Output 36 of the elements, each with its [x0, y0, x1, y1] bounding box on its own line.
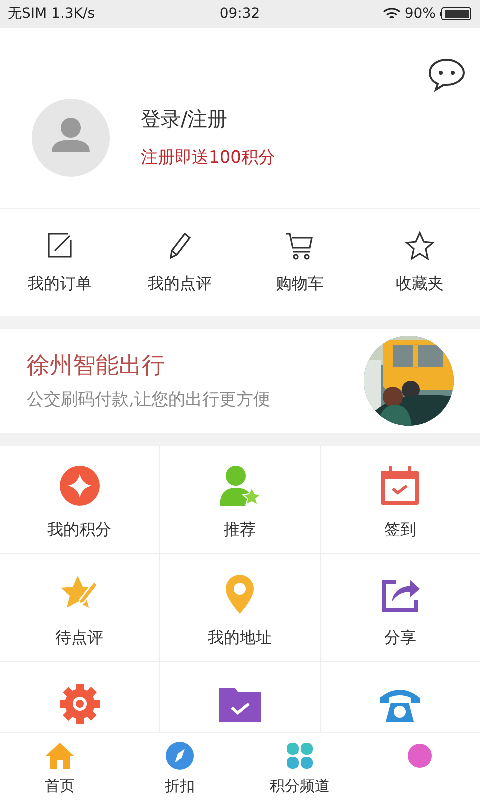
banner-title: 徐州智能出行 — [27, 352, 166, 381]
home-icon — [45, 741, 75, 771]
menu-tile[interactable]: 分享 — [320, 554, 480, 661]
menu-tile[interactable] — [0, 662, 160, 732]
menu-tile[interactable] — [320, 662, 480, 732]
nav-tab[interactable]: 积分频道 — [240, 733, 360, 800]
chat-bubble-icon[interactable] — [428, 58, 466, 92]
menu-tile[interactable]: 推荐 — [160, 446, 320, 553]
battery-icon — [440, 7, 472, 21]
carrier-text: 无SIM 1.3K/s — [8, 4, 96, 24]
quick-action-button[interactable]: 我的点评 — [120, 209, 240, 316]
clock-text: 09:32 — [220, 4, 260, 24]
four-leaf-icon — [285, 741, 315, 771]
nav-tab[interactable]: 首页 — [0, 733, 120, 800]
gear-icon — [58, 682, 102, 726]
menu-tile[interactable] — [160, 662, 320, 732]
person-star-icon — [218, 464, 262, 508]
bus-pay-banner[interactable]: 徐州智能出行 公交刷码付款,让您的出行更方便 — [0, 329, 480, 433]
nav-tab[interactable]: 折扣 — [120, 733, 240, 800]
circle-icon — [405, 741, 435, 771]
menu-tile[interactable]: 待点评 — [0, 554, 160, 661]
star-icon — [404, 230, 436, 262]
quick-action-button[interactable]: 我的订单 — [0, 209, 120, 316]
menu-tile[interactable]: 签到 — [320, 446, 480, 553]
quick-action-button[interactable]: 购物车 — [240, 209, 360, 316]
battery-text: 90% — [404, 4, 436, 24]
menu-tile[interactable]: 我的积分 — [0, 446, 160, 553]
banner-subtitle: 公交刷码付款,让您的出行更方便 — [27, 388, 270, 412]
sparkle-coin-icon — [58, 464, 102, 508]
menu-tile[interactable]: 我的地址 — [160, 554, 320, 661]
wifi-icon — [382, 7, 401, 21]
promo-text: 注册即送100积分 — [141, 147, 276, 170]
compass-icon — [165, 741, 195, 771]
quick-action-button[interactable]: 收藏夹 — [360, 209, 480, 316]
login-register-link[interactable]: 登录/注册 — [141, 104, 276, 134]
avatar-icon[interactable] — [31, 98, 111, 178]
